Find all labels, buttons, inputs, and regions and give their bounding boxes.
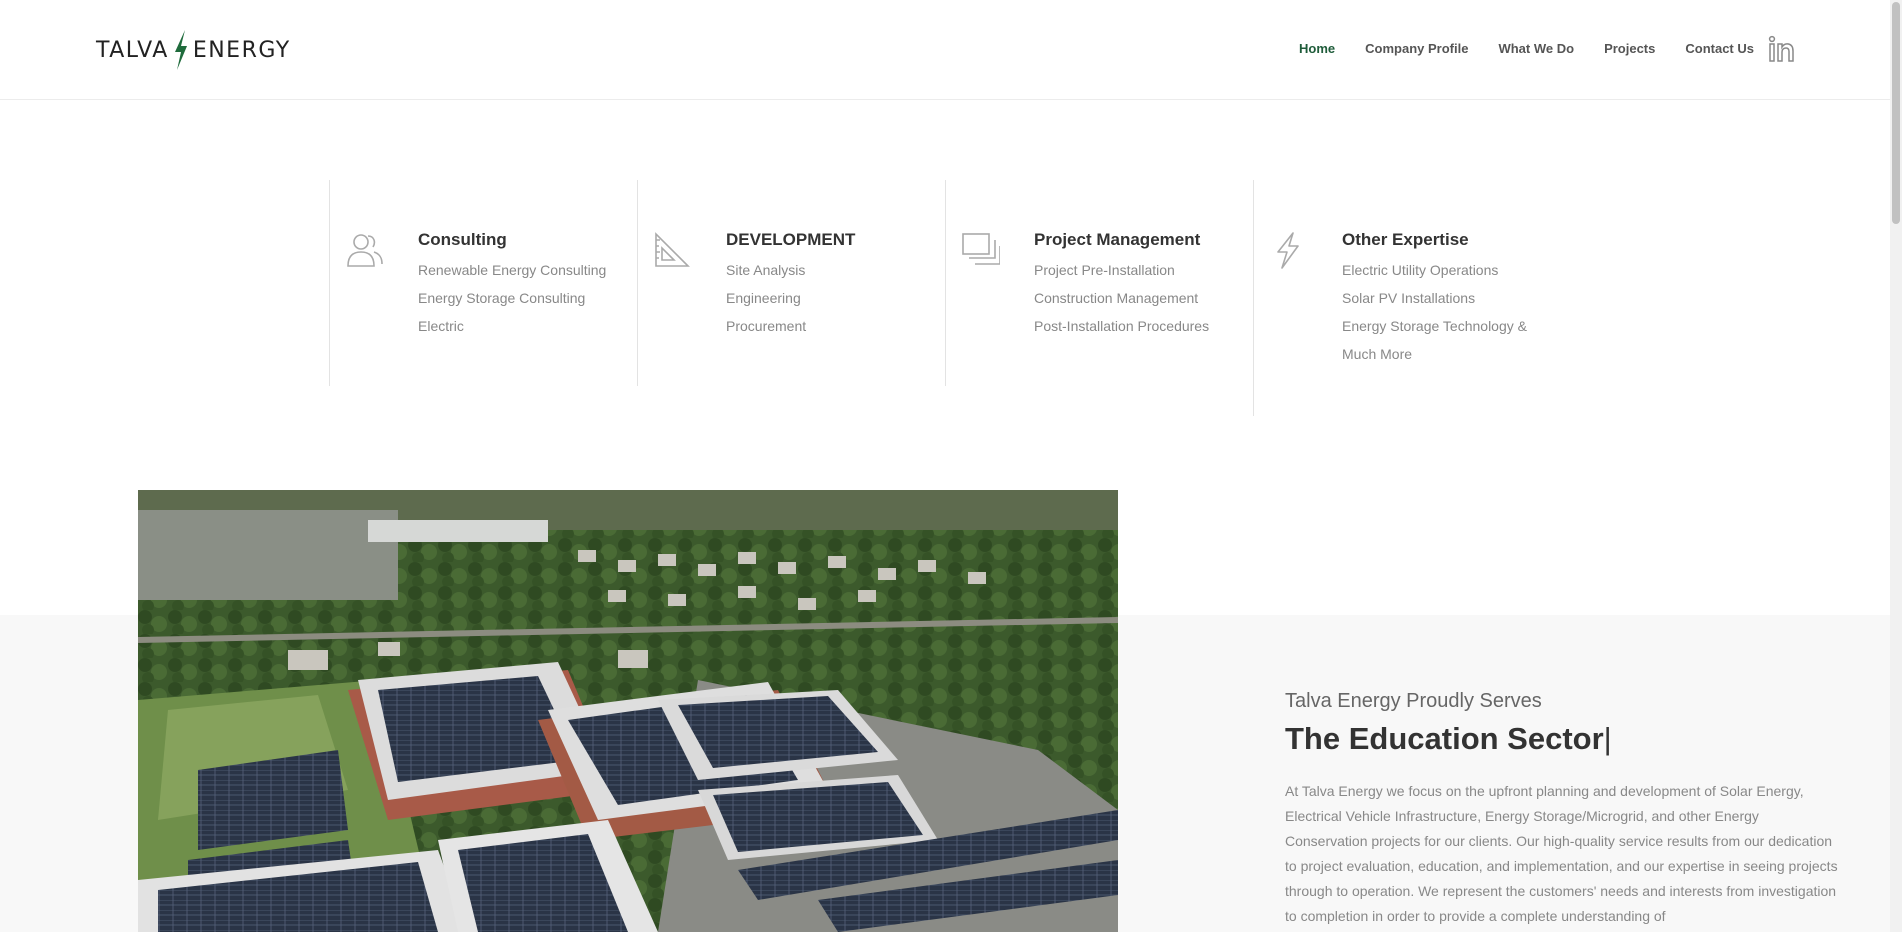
typing-cursor: | (1603, 721, 1612, 756)
feature-title-text: The Education Sector (1285, 721, 1604, 756)
service-development: DEVELOPMENT Site Analysis Engineering Pr… (637, 180, 945, 386)
service-item: Electric Utility Operations (1342, 262, 1499, 278)
service-other-expertise: Other Expertise Electric Utility Operati… (1253, 180, 1561, 416)
service-title: DEVELOPMENT (726, 230, 856, 249)
service-project-management: Project Management Project Pre-Installat… (945, 180, 1253, 386)
feature-body: At Talva Energy we focus on the upfront … (1285, 783, 1838, 924)
lightning-icon (1277, 232, 1299, 269)
main-nav: Home Company Profile What We Do Projects… (1269, 32, 1796, 66)
nav-home[interactable]: Home (1299, 32, 1335, 66)
service-consulting: Consulting Renewable Energy Consulting E… (329, 180, 637, 386)
service-item: Engineering (726, 290, 801, 306)
service-item: Much More (1342, 346, 1413, 362)
service-title: Consulting (418, 230, 507, 249)
feature-title: The Education Sector| (1285, 721, 1845, 757)
scrollbar-thumb[interactable] (1892, 2, 1900, 224)
service-item: Site Analysis (726, 262, 806, 278)
logo-text-left: TALVA (96, 37, 169, 63)
nav-contact-us[interactable]: Contact Us (1685, 32, 1754, 66)
logo-text-right: ENERGY (192, 37, 291, 63)
documents-icon (962, 233, 1000, 265)
service-item: Energy Storage Consulting (418, 290, 586, 306)
service-item: Renewable Energy Consulting (418, 262, 607, 278)
services-row: Consulting Renewable Energy Consulting E… (329, 180, 1561, 416)
service-item: Solar PV Installations (1342, 290, 1476, 306)
site-logo[interactable]: TALVA ENERGY (96, 28, 291, 72)
nav-company-profile[interactable]: Company Profile (1365, 32, 1468, 66)
site-header: TALVA ENERGY Home Company Profile What W… (0, 0, 1890, 100)
service-item: Electric (418, 318, 464, 334)
service-title: Project Management (1034, 230, 1201, 249)
page-scrollbar[interactable] (1890, 0, 1902, 932)
feature-text: Talva Energy Proudly Serves The Educatio… (1285, 690, 1845, 929)
service-item: Construction Management (1034, 290, 1199, 306)
lightning-logo-icon (174, 30, 187, 70)
service-item: Post-Installation Procedures (1034, 318, 1210, 334)
users-icon (347, 234, 383, 267)
aerial-school-solar-photo (138, 490, 1118, 932)
linkedin-icon[interactable] (1768, 35, 1796, 63)
nav-projects[interactable]: Projects (1604, 32, 1655, 66)
service-item: Energy Storage Technology & (1342, 318, 1527, 334)
service-item: Project Pre-Installation (1034, 262, 1175, 278)
service-title: Other Expertise (1342, 230, 1469, 249)
set-square-icon (655, 232, 690, 267)
nav-what-we-do[interactable]: What We Do (1498, 32, 1574, 66)
service-item: Procurement (726, 318, 807, 334)
feature-subtitle: Talva Energy Proudly Serves (1285, 690, 1542, 712)
